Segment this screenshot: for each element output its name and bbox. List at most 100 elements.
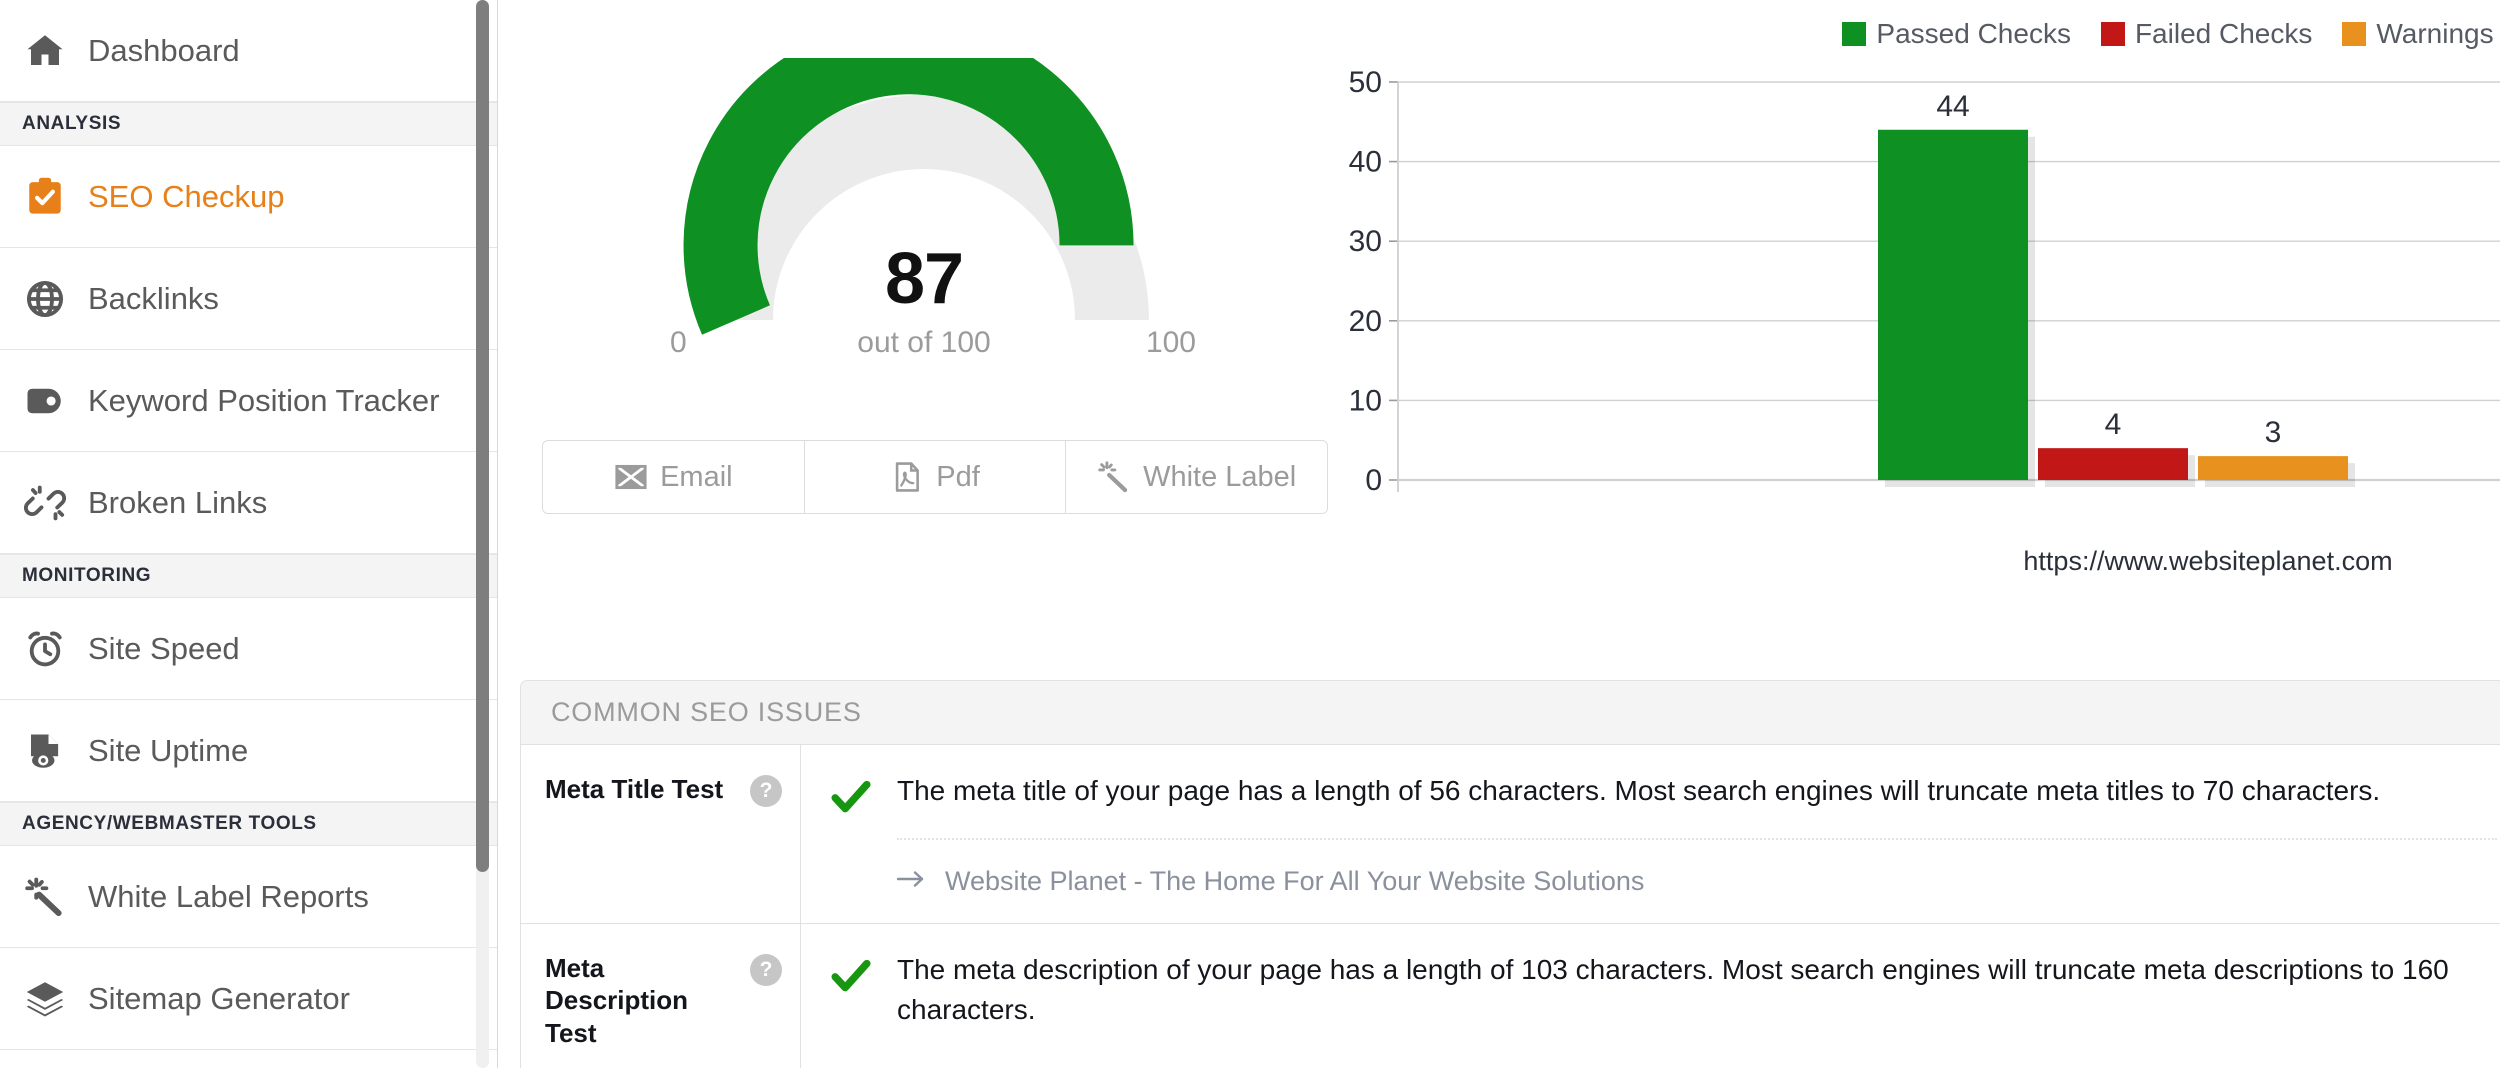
sidebar-item-label: Site Speed xyxy=(88,630,240,666)
magic-wand-icon xyxy=(22,874,68,920)
layers-icon xyxy=(22,976,68,1022)
chart-y-tick-label: 40 xyxy=(1349,146,1382,179)
gauge-max-label: 100 xyxy=(1145,326,1196,359)
arrow-right-icon xyxy=(896,866,927,897)
chart-bar-value-label: 3 xyxy=(2265,416,2282,449)
chart-y-tick-label: 0 xyxy=(1365,464,1382,497)
report-actions-toolbar: Email Pdf White Label xyxy=(542,440,1328,514)
legend-label: Failed Checks xyxy=(2134,18,2313,49)
chart-y-tick-label: 50 xyxy=(1349,66,1382,99)
sidebar-item-site-uptime[interactable]: Site Uptime xyxy=(0,700,497,802)
check-mark-icon xyxy=(831,777,871,897)
chart-legend: Passed Checks Failed Checks Warnings xyxy=(1398,18,2500,50)
page-eye-icon xyxy=(22,728,68,774)
issue-body-cell: The meta title of your page has a length… xyxy=(801,745,2500,923)
check-mark-icon xyxy=(831,956,871,1052)
sidebar-item-keyword-position-tracker[interactable]: Keyword Position Tracker xyxy=(0,350,497,452)
chart-x-axis-label: https://www.websiteplanet.com xyxy=(2023,546,2393,576)
chart-bar-value-label: 4 xyxy=(2105,408,2122,441)
sidebar-scrollbar-thumb[interactable] xyxy=(476,0,489,872)
sidebar: Dashboard ANALYSIS SEO Checkup Backlinks Key… xyxy=(0,0,498,1068)
sidebar-section-label: ANALYSIS xyxy=(22,113,122,134)
sidebar-section-analysis: ANALYSIS xyxy=(0,102,497,146)
email-button[interactable]: Email xyxy=(543,441,805,513)
score-gauge: 87 out of 100 0 100 xyxy=(584,58,1264,398)
sidebar-item-white-label-reports[interactable]: White Label Reports xyxy=(0,846,497,948)
legend-label: Warnings xyxy=(2376,18,2494,49)
sidebar-section-agency-webmaster-tools: AGENCY/WEBMASTER TOOLS xyxy=(0,802,497,846)
app-root: Dashboard ANALYSIS SEO Checkup Backlinks Key… xyxy=(0,0,2500,1068)
white-label-button-label: White Label xyxy=(1143,460,1297,493)
pdf-button[interactable]: Pdf xyxy=(804,441,1067,513)
sidebar-item-label: Dashboard xyxy=(88,32,240,68)
issue-sub-item: Website Planet - The Home For All Your W… xyxy=(896,865,2500,897)
issue-description: The meta title of your page has a length… xyxy=(897,775,2381,806)
checks-bar-chart-panel: Passed Checks Failed Checks Warnings 0 10 20… xyxy=(1328,0,2500,660)
sidebar-item-seo-checkup[interactable]: SEO Checkup xyxy=(0,146,497,248)
email-button-label: Email xyxy=(660,460,733,493)
sidebar-item-backlinks[interactable]: Backlinks xyxy=(0,248,497,350)
bar-chart-svg: 01020304050444 3 xyxy=(1349,66,2500,497)
sidebar-item-dashboard[interactable]: Dashboard xyxy=(0,0,497,102)
sidebar-item-label: Backlinks xyxy=(88,280,219,316)
issue-name-cell: Meta Description Test? xyxy=(521,923,801,1068)
issue-name-label: Meta Title Test xyxy=(545,774,724,804)
sidebar-item-sitemap-generator[interactable]: Sitemap Generator xyxy=(0,948,497,1050)
issue-body-cell: The meta description of your page has a … xyxy=(801,924,2500,1068)
pdf-button-label: Pdf xyxy=(936,460,980,493)
issue-content: The meta title of your page has a length… xyxy=(896,771,2500,897)
magic-wand-icon xyxy=(1097,460,1131,494)
chart-bar-warnings[interactable] xyxy=(2198,456,2348,480)
legend-label: Passed Checks xyxy=(1876,18,2071,49)
issue-sub-item-label: Website Planet - The Home For All Your W… xyxy=(945,865,1645,896)
sidebar-item-label: White Label Reports xyxy=(88,878,369,914)
legend-swatch xyxy=(2342,22,2367,46)
sidebar-item-label: Site Uptime xyxy=(88,732,249,768)
chart-y-tick-label: 20 xyxy=(1349,305,1382,338)
legend-item-warnings[interactable]: Warnings xyxy=(2342,18,2494,50)
legend-swatch xyxy=(1842,22,1867,46)
chart-y-tick-label: 10 xyxy=(1349,384,1382,417)
chart-bar-passed-checks[interactable] xyxy=(1878,129,2028,480)
tag-icon xyxy=(22,378,68,424)
white-label-button[interactable]: White Label xyxy=(1066,441,1327,513)
issue-description: The meta description of your page has a … xyxy=(897,953,2449,1026)
issue-content: The meta description of your page has a … xyxy=(897,950,2500,1052)
sidebar-item-broken-links[interactable]: Broken Links xyxy=(0,452,497,554)
main-content: 87 out of 100 0 100 Email Pdf White Label … xyxy=(498,0,2500,1068)
alarm-clock-icon xyxy=(22,626,68,672)
sidebar-section-label: AGENCY/WEBMASTER TOOLS xyxy=(22,813,317,834)
sidebar-item-label: Keyword Position Tracker xyxy=(88,382,440,418)
clipboard-check-icon xyxy=(22,174,68,220)
envelope-icon xyxy=(614,460,648,494)
score-gauge-panel: 87 out of 100 0 100 Email Pdf White Label xyxy=(498,0,1328,660)
issue-name-label: Meta Description Test xyxy=(545,952,689,1048)
legend-swatch xyxy=(2100,22,2125,46)
globe-icon xyxy=(22,276,68,322)
issues-table-header: COMMON SEO ISSUES xyxy=(521,681,2500,745)
pdf-file-icon xyxy=(890,460,924,494)
gauge-min-label: 0 xyxy=(670,326,687,359)
chart-bar-failed-checks[interactable] xyxy=(2038,448,2188,480)
home-icon xyxy=(22,28,68,74)
sidebar-item-label: SEO Checkup xyxy=(88,178,285,214)
legend-item-failed-checks[interactable]: Failed Checks xyxy=(2100,18,2313,50)
sidebar-item-site-speed[interactable]: Site Speed xyxy=(0,598,497,700)
common-seo-issues-table: COMMON SEO ISSUES Meta Title Test? The me… xyxy=(520,680,2500,1068)
issue-name-cell: Meta Title Test? xyxy=(521,745,801,923)
help-icon[interactable]: ? xyxy=(750,953,782,986)
gauge-score-value: 87 xyxy=(884,239,964,319)
chart-plot-area: 0 10 20 30 40 50 44 4 3 https://www.websiteplane… xyxy=(1338,64,2500,576)
legend-item-passed-checks[interactable]: Passed Checks xyxy=(1842,18,2071,50)
sidebar-section-label: MONITORING xyxy=(22,565,152,586)
broken-link-icon xyxy=(22,480,68,526)
chart-bar-value-label: 44 xyxy=(1936,90,1969,123)
chart-y-tick-label: 30 xyxy=(1349,225,1382,258)
issue-row: Meta Description Test? The meta descripti… xyxy=(521,923,2500,1068)
issue-row: Meta Title Test? The meta title of your p… xyxy=(521,745,2500,924)
sidebar-item-label: Broken Links xyxy=(88,484,268,520)
sidebar-item-label: Sitemap Generator xyxy=(88,980,350,1016)
help-icon[interactable]: ? xyxy=(750,775,782,807)
issue-divider xyxy=(897,837,2497,840)
sidebar-section-monitoring: MONITORING xyxy=(0,554,497,598)
